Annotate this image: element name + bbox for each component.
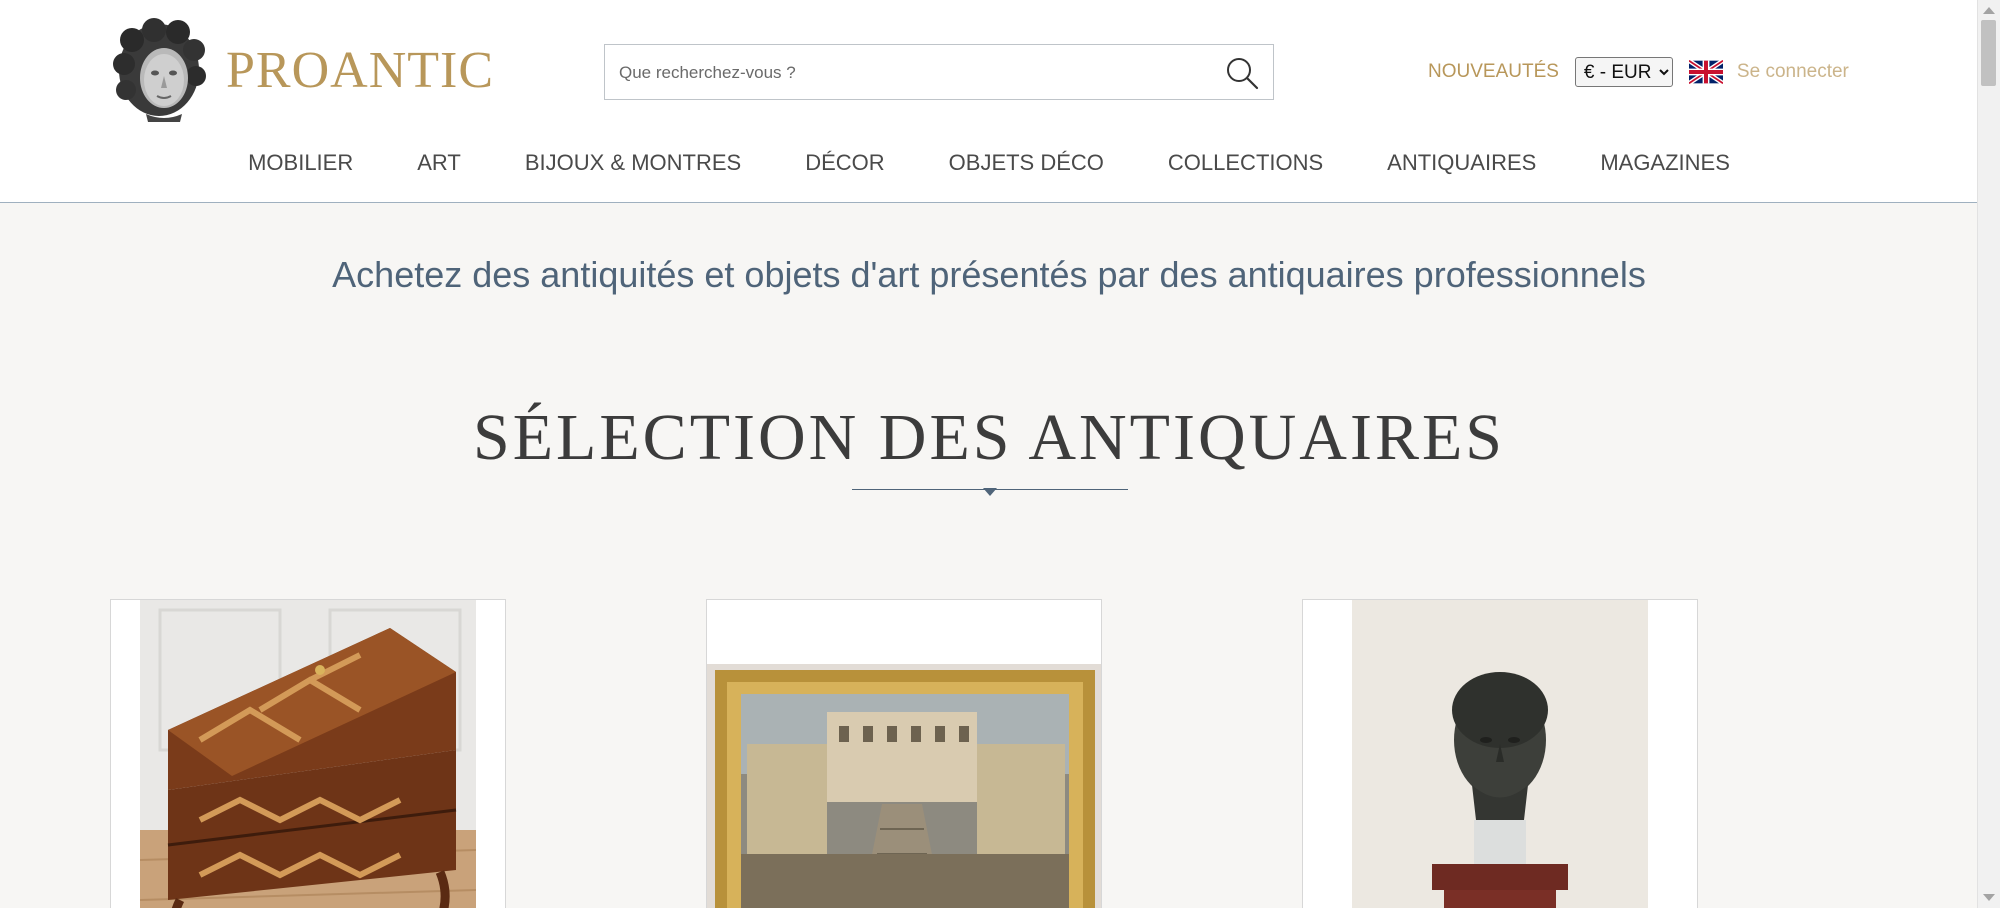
scroll-up-arrow-icon[interactable] (1983, 7, 1995, 14)
product-card-bust[interactable] (1302, 599, 1698, 908)
search-box (604, 44, 1274, 101)
section-title: SÉLECTION DES ANTIQUAIRES (473, 401, 1505, 474)
vertical-scrollbar[interactable] (1977, 0, 2000, 908)
header-actions: NOUVEAUTÉS € - EUR Se connecter (1428, 56, 1849, 88)
product-image-bronze-bust (1352, 600, 1648, 908)
medusa-head-icon (113, 18, 206, 122)
login-link[interactable]: Se connecter (1737, 61, 1849, 83)
product-image-framed-painting (707, 664, 1101, 908)
nav-item-magazines[interactable]: MAGAZINES (1568, 144, 1762, 182)
nav-item-decor[interactable]: DÉCOR (773, 144, 916, 182)
nav-item-mobilier[interactable]: MOBILIER (216, 144, 385, 182)
search-icon[interactable] (1225, 56, 1259, 90)
nav-item-art[interactable]: ART (385, 144, 493, 182)
nav-item-bijoux-montres[interactable]: BIJOUX & MONTRES (493, 144, 773, 182)
product-card-painting[interactable] (706, 599, 1102, 908)
page: PROANTIC NOUVEAUTÉS € - EUR Se connecter (0, 0, 2000, 908)
nav-item-objets-deco[interactable]: OBJETS DÉCO (917, 144, 1136, 182)
nav-item-antiquaires[interactable]: ANTIQUAIRES (1355, 144, 1568, 182)
site-header: PROANTIC NOUVEAUTÉS € - EUR Se connecter (0, 0, 1978, 203)
uk-flag-icon[interactable] (1688, 60, 1723, 84)
currency-select[interactable]: € - EUR (1574, 57, 1673, 87)
scrollbar-thumb[interactable] (1981, 20, 1996, 86)
product-card-desk[interactable] (110, 599, 506, 908)
page-tagline: Achetez des antiquités et objets d'art p… (332, 254, 1646, 295)
search-input[interactable] (617, 45, 1201, 101)
main-nav: MOBILIER ART BIJOUX & MONTRES DÉCOR OBJE… (0, 144, 1978, 182)
nav-item-collections[interactable]: COLLECTIONS (1136, 144, 1355, 182)
brand-name: PROANTIC (226, 41, 495, 99)
new-arrivals-link[interactable]: NOUVEAUTÉS (1428, 61, 1559, 83)
scroll-down-arrow-icon[interactable] (1983, 894, 1995, 901)
logo-link[interactable]: PROANTIC (110, 18, 494, 122)
product-image-marquetry-desk (140, 600, 476, 908)
title-divider-ornament (983, 488, 997, 496)
